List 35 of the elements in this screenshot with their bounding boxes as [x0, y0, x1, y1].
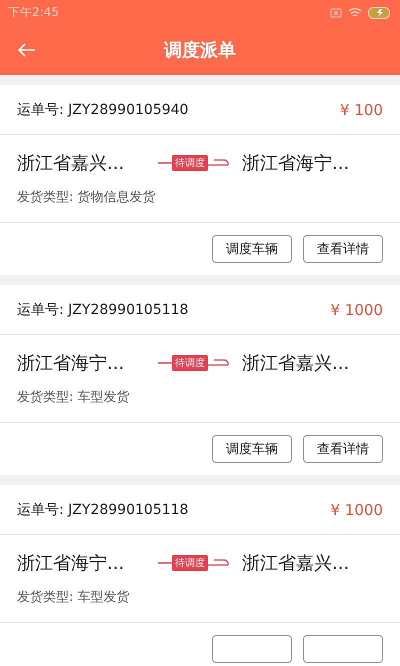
status-badge: 待调度 [172, 155, 208, 171]
waybill-number: 运单号: JZY28990105940 [17, 100, 188, 118]
sim-icon [330, 8, 342, 18]
dispatch-button[interactable]: 调度车辆 [212, 235, 292, 263]
dispatch-button[interactable] [212, 635, 292, 663]
route-hook-icon [208, 158, 230, 168]
route-line-icon [158, 561, 172, 565]
page-title: 调度派单 [164, 39, 236, 62]
order-price: ¥ 1000 [330, 500, 383, 518]
order-price: ¥ 1000 [330, 300, 383, 318]
status-time: 下午2:45 [8, 4, 59, 21]
details-button[interactable]: 查看详情 [303, 235, 383, 263]
battery-icon [368, 6, 392, 18]
details-button[interactable]: 查看详情 [303, 435, 383, 463]
waybill-number: 运单号: JZY28990105118 [17, 300, 188, 318]
dispatch-button[interactable]: 调度车辆 [212, 435, 292, 463]
destination-city: 浙江省嘉兴... [242, 552, 350, 575]
destination-city: 浙江省嘉兴... [242, 352, 350, 375]
route-hook-icon [208, 358, 230, 368]
destination-city: 浙江省海宁... [242, 152, 350, 175]
shipping-type: 发货类型: 车型发货 [16, 389, 131, 407]
wifi-icon [348, 7, 362, 18]
status-badge: 待调度 [172, 355, 208, 371]
order-price: ¥ 100 [340, 100, 383, 118]
details-button[interactable] [303, 635, 383, 663]
route-line-icon [158, 161, 172, 165]
route-line-icon [158, 361, 172, 365]
status-badge: 待调度 [172, 555, 208, 571]
waybill-number: 运单号: JZY28990105118 [17, 500, 188, 518]
origin-city: 浙江省海宁... [17, 552, 126, 575]
origin-city: 浙江省海宁... [17, 352, 126, 375]
shipping-type: 发货类型: 车型发货 [16, 589, 131, 607]
shipping-type: 发货类型: 货物信息发货 [16, 189, 157, 207]
route-hook-icon [208, 558, 230, 568]
origin-city: 浙江省嘉兴... [17, 152, 126, 175]
